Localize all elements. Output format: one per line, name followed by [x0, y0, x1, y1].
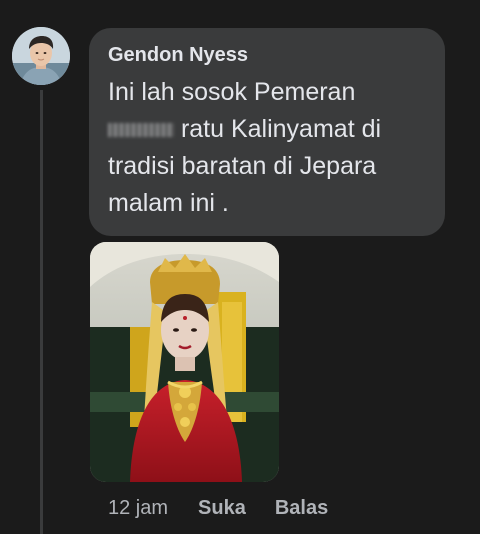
avatar[interactable]: [12, 27, 70, 85]
comment-text-line-4: malam ini .: [108, 189, 229, 217]
comment-author[interactable]: Gendon Nyess: [108, 42, 425, 68]
comment-text-line-2-rest: ratu Kalinyamat di: [174, 115, 382, 143]
photo-woman-traditional-costume: [90, 242, 279, 482]
comment-time[interactable]: 12 jam: [108, 497, 168, 520]
reply-button[interactable]: Balas: [275, 497, 328, 520]
comment-bubble: Gendon Nyess Ini lah sosok Pemeran ratu …: [89, 28, 445, 236]
comment-text-line-2: ratu Kalinyamat di: [108, 111, 425, 148]
attached-photo[interactable]: [90, 242, 279, 482]
comment-text-line-3: tradisi baratan di Jepara: [108, 152, 377, 180]
thread-line: [40, 90, 43, 534]
like-button[interactable]: Suka: [198, 497, 246, 520]
redacted-word: [108, 123, 174, 138]
comment-text: Ini lah sosok Pemeran ratu Kalinyamat di…: [108, 74, 425, 222]
comment-actions: 12 jam Suka Balas: [108, 494, 357, 522]
comment-text-line-1: Ini lah sosok Pemeran: [108, 78, 356, 106]
avatar-photo: [12, 27, 70, 85]
